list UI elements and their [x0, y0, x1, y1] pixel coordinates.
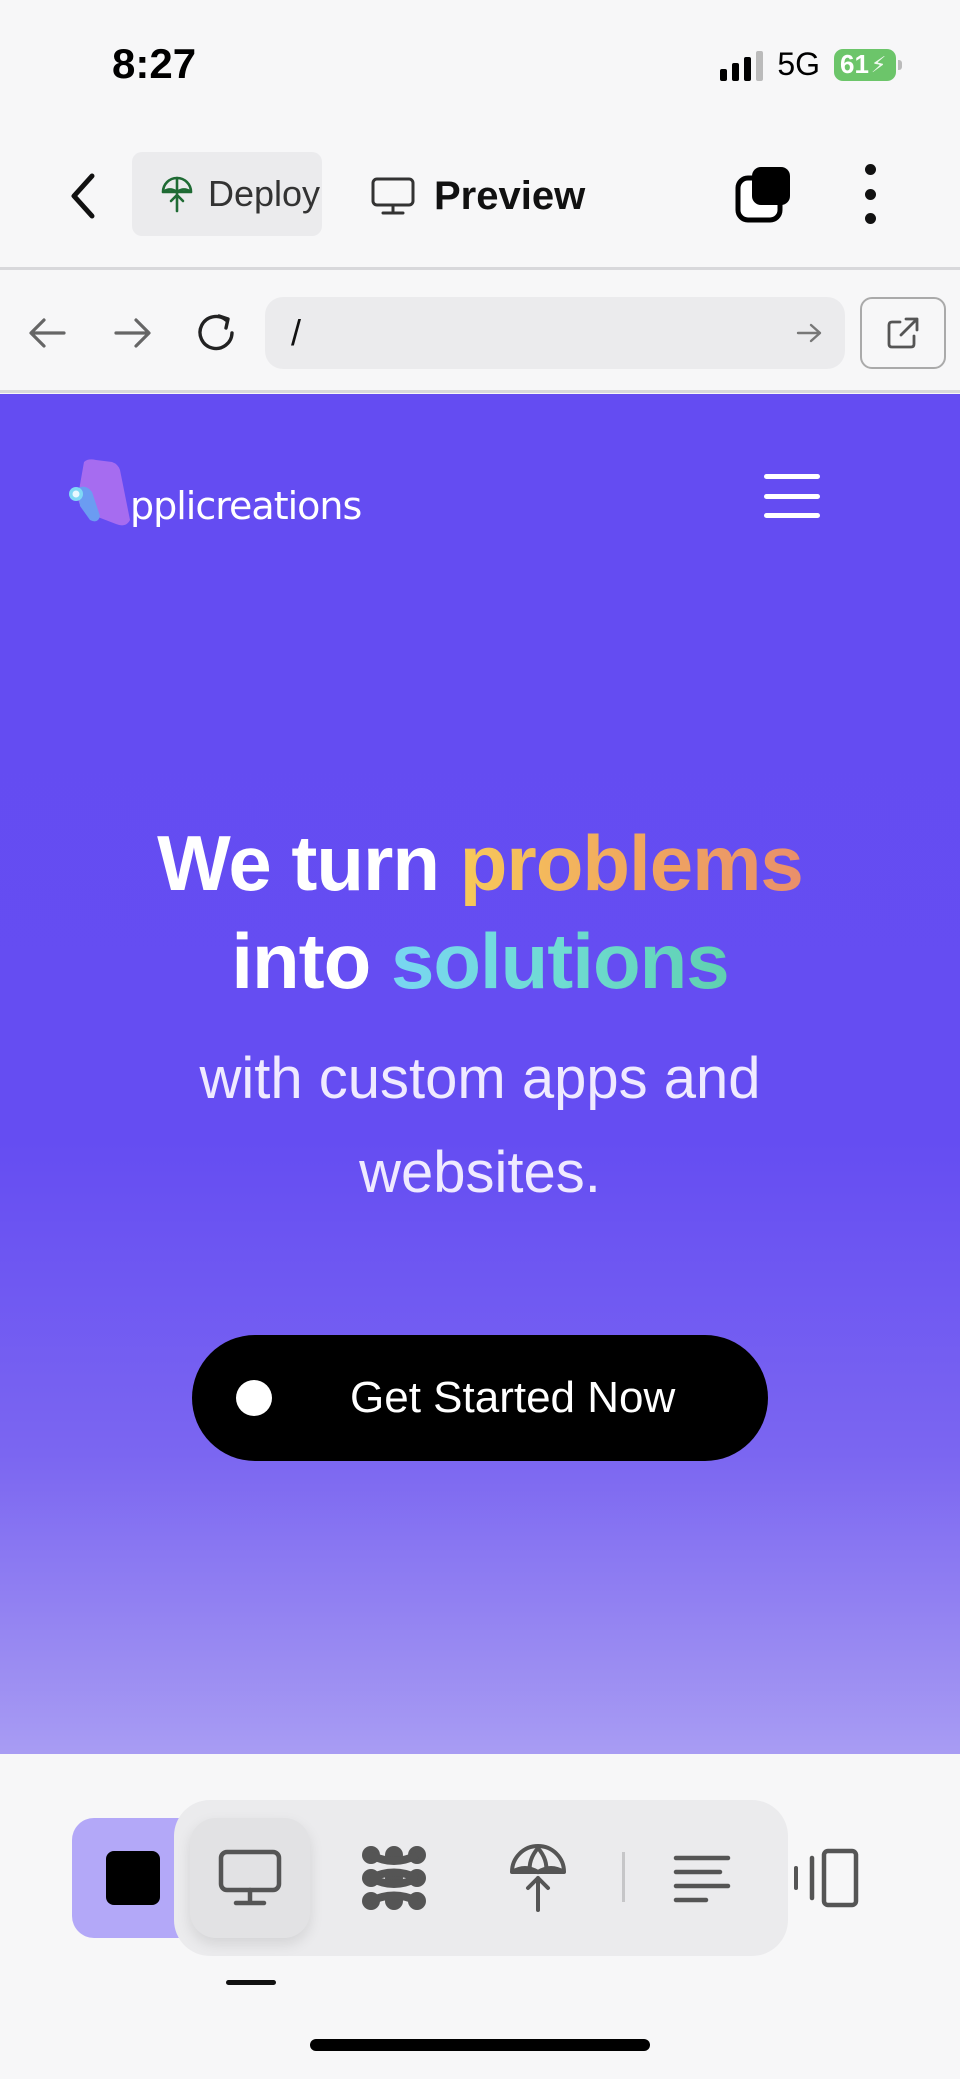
deploy-tool-button[interactable]: [478, 1818, 598, 1938]
bottom-toolbar: [0, 1754, 960, 2079]
hero-highlight-solutions: solutions: [390, 917, 730, 1005]
app-top-bar: Deploy Preview: [0, 120, 960, 270]
hero-title-prefix-1: We turn: [157, 819, 460, 907]
tab-deploy-label: Deploy: [208, 173, 321, 214]
back-button[interactable]: [60, 168, 110, 224]
dot-icon: [236, 1380, 272, 1416]
workflow-icon: [362, 1846, 426, 1910]
website-preview: pplicreations We turn problems into solu…: [0, 394, 960, 1754]
deploy-icon: [510, 1844, 566, 1912]
site-logo[interactable]: pplicreations: [66, 458, 362, 530]
monitor-icon: [371, 177, 415, 215]
hero-section: We turn problems into solutions with cus…: [0, 814, 960, 1220]
hero-highlight-problems: problems: [459, 819, 804, 907]
console-icon: [673, 1855, 731, 1903]
arrow-left-icon[interactable]: [26, 311, 70, 355]
more-options-button[interactable]: [858, 164, 882, 224]
monitor-icon: [218, 1849, 282, 1906]
battery-level: 61: [840, 49, 869, 79]
hero-title-prefix-2: into: [231, 917, 391, 1005]
open-external-button[interactable]: [860, 297, 946, 369]
stop-icon: [106, 1851, 160, 1905]
logo-wordmark: pplicreations: [130, 484, 362, 528]
signal-icon: [720, 49, 764, 81]
tab-deploy[interactable]: Deploy: [132, 152, 322, 236]
go-arrow-icon[interactable]: [795, 319, 823, 347]
more-vertical-icon: [864, 164, 876, 175]
battery-icon: 61 ⚡: [834, 48, 902, 81]
workflow-tool-button[interactable]: [334, 1818, 454, 1938]
tabs-button[interactable]: [734, 164, 794, 224]
hero-title: We turn problems into solutions: [0, 814, 960, 1010]
side-panel-button[interactable]: [790, 1848, 864, 1908]
status-bar: 8:27 5G 61 ⚡: [0, 0, 960, 120]
get-started-label: Get Started Now: [350, 1373, 676, 1422]
hamburger-menu-button[interactable]: [764, 474, 820, 518]
status-time: 8:27: [112, 40, 197, 87]
url-input[interactable]: /: [265, 297, 845, 369]
menu-icon: [764, 474, 820, 479]
network-label: 5G: [777, 46, 820, 82]
home-indicator: [310, 2039, 650, 2051]
side-panel-icon: [794, 1848, 859, 1908]
deploy-icon: [161, 176, 193, 213]
active-tab-indicator: [226, 1980, 276, 1985]
address-bar: /: [0, 273, 960, 393]
get-started-button[interactable]: Get Started Now: [192, 1335, 768, 1461]
arrow-right-icon[interactable]: [110, 311, 154, 355]
logo-icon: [69, 459, 130, 526]
external-link-icon: [887, 317, 919, 349]
reload-icon[interactable]: [194, 311, 238, 355]
preview-tool-button[interactable]: [190, 1818, 310, 1938]
tab-preview-label: Preview: [434, 173, 586, 218]
url-text: /: [291, 312, 302, 353]
hero-subtitle: with custom apps and websites.: [199, 1046, 761, 1205]
toolbar-divider: [622, 1852, 625, 1902]
console-tool-button[interactable]: [642, 1818, 762, 1938]
tool-group: [174, 1800, 788, 1956]
tab-preview[interactable]: Preview: [370, 160, 585, 232]
tabs-icon: [735, 167, 790, 223]
status-indicators: 5G 61 ⚡: [720, 46, 902, 83]
chevron-left-icon: [71, 173, 95, 219]
